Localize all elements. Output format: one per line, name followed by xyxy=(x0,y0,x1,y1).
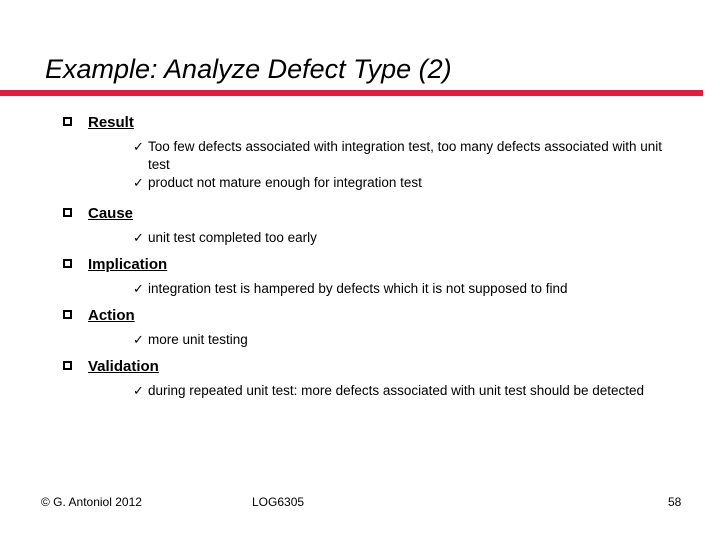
sub-bullet-text: more unit testing xyxy=(148,332,248,347)
section-cause: Cause ✓ unit test completed too early xyxy=(0,204,720,247)
section-heading: Result xyxy=(88,114,134,131)
hollow-square-bullet-icon xyxy=(63,361,72,370)
title-divider-rule xyxy=(0,90,703,96)
slide: Example: Analyze Defect Type (2) Result … xyxy=(0,0,720,540)
sub-bullet-result-2: ✓ product not mature enough for integrat… xyxy=(0,174,720,192)
section-implication: Implication ✓ integration test is hamper… xyxy=(0,255,720,298)
check-mark-bullet-icon: ✓ xyxy=(133,281,144,296)
bullet-cause: Cause xyxy=(0,204,720,223)
sub-bullet-action-1: ✓ more unit testing xyxy=(0,331,720,349)
bullet-result: Result xyxy=(0,113,720,132)
footer-page-number: 58 xyxy=(668,495,682,509)
section-validation: Validation ✓ during repeated unit test: … xyxy=(0,357,720,400)
section-heading: Cause xyxy=(88,205,134,222)
sub-bullet-text: Too few defects associated with integrat… xyxy=(148,139,663,172)
sub-bullet-text: integration test is hampered by defects … xyxy=(148,281,568,296)
check-mark-bullet-icon: ✓ xyxy=(133,383,144,398)
footer-course-code: LOG6305 xyxy=(252,495,305,509)
sub-bullet-implication-1: ✓ integration test is hampered by defect… xyxy=(0,280,720,298)
hollow-square-bullet-icon xyxy=(63,259,72,268)
hollow-square-bullet-icon xyxy=(63,310,72,319)
sub-bullet-text: product not mature enough for integratio… xyxy=(148,175,422,190)
check-mark-bullet-icon: ✓ xyxy=(133,175,144,190)
sub-bullet-text: during repeated unit test: more defects … xyxy=(148,383,645,398)
check-mark-bullet-icon: ✓ xyxy=(133,332,144,347)
page-title: Example: Analyze Defect Type (2) xyxy=(45,54,452,84)
section-heading: Action xyxy=(88,307,135,324)
check-mark-bullet-icon: ✓ xyxy=(133,139,144,154)
sub-bullet-validation-1: ✓ during repeated unit test: more defect… xyxy=(0,382,720,400)
slide-footer: © G. Antoniol 2012 LOG6305 58 xyxy=(0,495,720,515)
footer-copyright: © G. Antoniol 2012 xyxy=(41,495,142,509)
sub-bullet-text: unit test completed too early xyxy=(148,230,317,245)
sub-bullet-result-1: ✓ Too few defects associated with integr… xyxy=(0,138,720,174)
bullet-implication: Implication xyxy=(0,255,720,274)
sub-bullet-cause-1: ✓ unit test completed too early xyxy=(0,229,720,247)
bullet-action: Action xyxy=(0,306,720,325)
slide-body: Result ✓ Too few defects associated with… xyxy=(0,113,720,400)
hollow-square-bullet-icon xyxy=(63,208,72,217)
hollow-square-bullet-icon xyxy=(63,117,72,126)
section-heading: Validation xyxy=(88,358,159,375)
section-action: Action ✓ more unit testing xyxy=(0,306,720,349)
check-mark-bullet-icon: ✓ xyxy=(133,230,144,245)
section-result: Result ✓ Too few defects associated with… xyxy=(0,113,720,192)
section-heading: Implication xyxy=(88,256,168,273)
bullet-validation: Validation xyxy=(0,357,720,376)
